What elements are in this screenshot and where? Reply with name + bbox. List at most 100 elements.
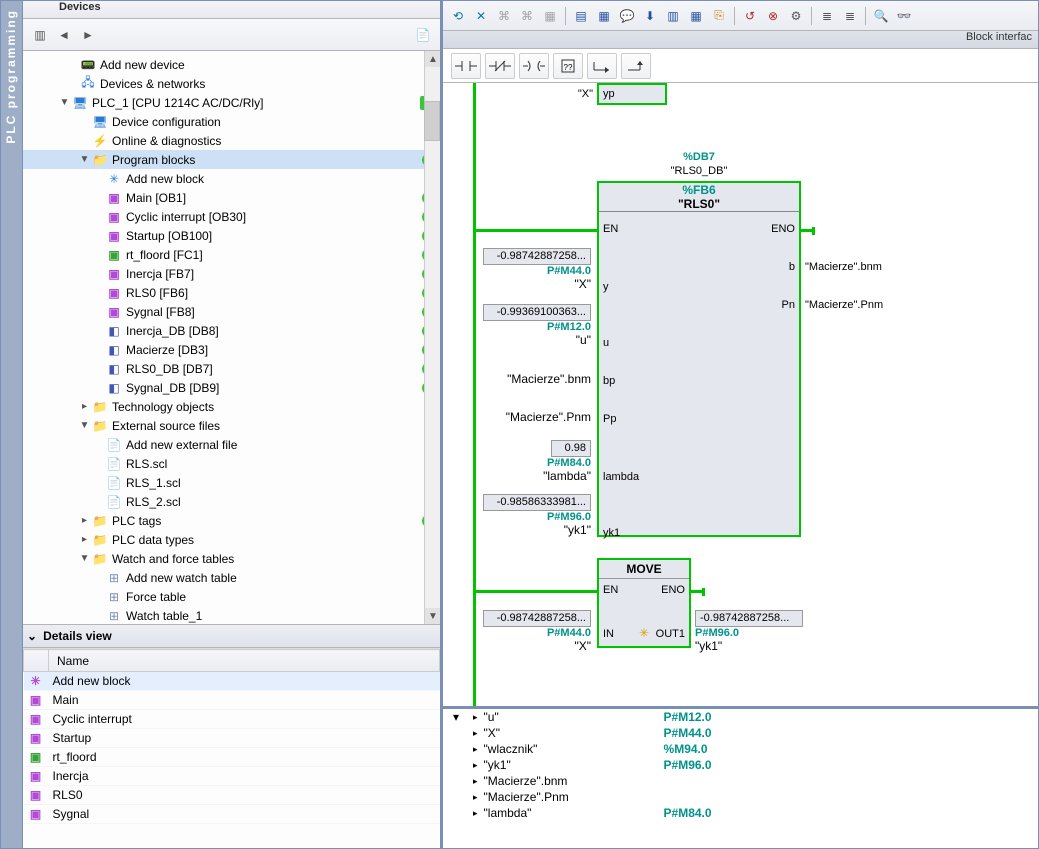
tree-item[interactable]: 📄RLS_2.scl: [23, 492, 440, 511]
toggle-icon[interactable]: ▼: [79, 420, 90, 431]
fb-port-box[interactable]: "X" yp: [597, 83, 667, 105]
tree-item[interactable]: ▸📁PLC data types: [23, 530, 440, 549]
tool-button[interactable]: ⊗: [762, 5, 784, 27]
tree-item[interactable]: ◧RLS0_DB [DB7]: [23, 359, 440, 378]
tree-item[interactable]: ▣RLS0 [FB6]: [23, 283, 440, 302]
tree-item[interactable]: 📟Add new device: [23, 55, 440, 74]
tool-button[interactable]: ⚙: [785, 5, 807, 27]
monitor-row[interactable]: ▸"X"P#M44.0: [443, 725, 1038, 741]
tree-item[interactable]: ▣Cyclic interrupt [OB30]: [23, 207, 440, 226]
contact-nc-icon[interactable]: [485, 53, 515, 79]
tool-button[interactable]: ⎘: [708, 5, 730, 27]
details-row[interactable]: ▣rt_floord: [24, 748, 440, 767]
details-row[interactable]: ▣Sygnal: [24, 805, 440, 824]
toggle-icon[interactable]: ▸: [79, 401, 90, 412]
star-icon[interactable]: ✳: [639, 626, 649, 640]
tree-item[interactable]: ⊞Add new watch table: [23, 568, 440, 587]
tool-button[interactable]: ≣: [839, 5, 861, 27]
tool-button[interactable]: ▤: [570, 5, 592, 27]
tool-button[interactable]: ▥: [662, 5, 684, 27]
vertical-tab[interactable]: PLC programming: [1, 1, 23, 848]
toggle-icon[interactable]: [93, 591, 104, 602]
toggle-icon[interactable]: [93, 572, 104, 583]
tool-button[interactable]: ▦: [685, 5, 707, 27]
details-row[interactable]: ▣Main: [24, 691, 440, 710]
monitor-row[interactable]: ▾▸"u"P#M12.0: [443, 709, 1038, 725]
tool-button[interactable]: ↺: [739, 5, 761, 27]
move-block[interactable]: MOVE EN ENO IN OUT1 ✳: [597, 558, 691, 648]
toggle-icon[interactable]: [93, 287, 104, 298]
block-interface-bar[interactable]: Block interfac: [443, 31, 1038, 49]
tree-item[interactable]: 📄RLS_1.scl: [23, 473, 440, 492]
project-tree[interactable]: 📟Add new device🖧Devices & networks▼🖥PLC_…: [23, 51, 440, 624]
tree-item[interactable]: 🖧Devices & networks: [23, 74, 440, 93]
toggle-icon[interactable]: ▸: [79, 515, 90, 526]
forward-button[interactable]: ►: [77, 24, 99, 46]
toggle-icon[interactable]: [93, 192, 104, 203]
tool-button[interactable]: ⟲: [447, 5, 469, 27]
tool-button[interactable]: ▦: [539, 5, 561, 27]
monitor-row[interactable]: ▸"lambda"P#M84.0: [443, 805, 1038, 819]
tree-item[interactable]: ✳Add new block: [23, 169, 440, 188]
glasses-icon[interactable]: 👓: [893, 5, 915, 27]
tree-item[interactable]: ◧Sygnal_DB [DB9]: [23, 378, 440, 397]
branch-close-icon[interactable]: [621, 53, 651, 79]
details-row[interactable]: ▣RLS0: [24, 786, 440, 805]
toggle-icon[interactable]: [79, 116, 90, 127]
toggle-icon[interactable]: [93, 173, 104, 184]
back-button[interactable]: ◄: [53, 24, 75, 46]
tree-item[interactable]: ▣Main [OB1]: [23, 188, 440, 207]
toggle-icon[interactable]: [93, 230, 104, 241]
toggle-icon[interactable]: [93, 211, 104, 222]
details-row[interactable]: ✳Add new block: [24, 672, 440, 691]
toggle-icon[interactable]: [93, 363, 104, 374]
tree-item[interactable]: ▣Sygnal [FB8]: [23, 302, 440, 321]
monitor-row[interactable]: ▸"Macierze".bnm: [443, 773, 1038, 789]
toggle-icon[interactable]: [93, 306, 104, 317]
tool-button[interactable]: ⌘: [493, 5, 515, 27]
tree-item[interactable]: ⚡Online & diagnostics: [23, 131, 440, 150]
tool-button[interactable]: ✕: [470, 5, 492, 27]
function-block-rls0[interactable]: %FB6 "RLS0" EN ENO b "Macierze".bnm Pn "…: [597, 181, 801, 537]
toggle-icon[interactable]: [93, 458, 104, 469]
toggle-icon[interactable]: [67, 78, 78, 89]
monitor-row[interactable]: ▸"Macierze".Pnm: [443, 789, 1038, 805]
toggle-icon[interactable]: ▸: [79, 534, 90, 545]
box-icon[interactable]: ??: [553, 53, 583, 79]
tree-item[interactable]: 🖥Device configuration: [23, 112, 440, 131]
scroll-up-icon[interactable]: ▲: [425, 51, 440, 67]
tree-item[interactable]: ▼📁External source files: [23, 416, 440, 435]
tool-button[interactable]: ≣: [816, 5, 838, 27]
tree-item[interactable]: ◧Inercja_DB [DB8]: [23, 321, 440, 340]
tree-item[interactable]: ▼🖥PLC_1 [CPU 1214C AC/DC/Rly]✓: [23, 93, 440, 112]
tree-item[interactable]: ▼📁Watch and force tables: [23, 549, 440, 568]
scrollbar[interactable]: ▲ ▼: [424, 51, 440, 624]
tool-button[interactable]: ⬇: [639, 5, 661, 27]
toggle-icon[interactable]: [93, 477, 104, 488]
toggle-icon[interactable]: [93, 496, 104, 507]
toggle-icon[interactable]: ▼: [79, 154, 90, 165]
tree-item[interactable]: ◧Macierze [DB3]: [23, 340, 440, 359]
toggle-icon[interactable]: [67, 59, 78, 70]
toggle-icon[interactable]: [93, 439, 104, 450]
tool-button[interactable]: ▦: [593, 5, 615, 27]
scroll-down-icon[interactable]: ▼: [425, 608, 440, 624]
contact-no-icon[interactable]: [451, 53, 481, 79]
coil-icon[interactable]: [519, 53, 549, 79]
details-row[interactable]: ▣Inercja: [24, 767, 440, 786]
toggle-icon[interactable]: ▼: [59, 97, 70, 108]
tree-item[interactable]: ⊞Watch table_1: [23, 606, 440, 624]
cross-reference-list[interactable]: ▾▸"u"P#M12.0▸"X"P#M44.0▸"wlacznik"%M94.0…: [443, 709, 1038, 819]
branch-open-icon[interactable]: [587, 53, 617, 79]
toggle-icon[interactable]: [93, 344, 104, 355]
toolbar-button[interactable]: 📄: [412, 24, 434, 46]
toggle-icon[interactable]: [93, 268, 104, 279]
tree-item[interactable]: ▼📁Program blocks: [23, 150, 440, 169]
tree-item[interactable]: 📄Add new external file: [23, 435, 440, 454]
tree-item[interactable]: ▣Inercja [FB7]: [23, 264, 440, 283]
monitor-row[interactable]: ▸"wlacznik"%M94.0: [443, 741, 1038, 757]
tree-item[interactable]: ▸📁PLC tags: [23, 511, 440, 530]
details-header[interactable]: ⌄ Details view: [23, 624, 440, 648]
tree-item[interactable]: ⊞Force table: [23, 587, 440, 606]
toggle-icon[interactable]: [93, 249, 104, 260]
